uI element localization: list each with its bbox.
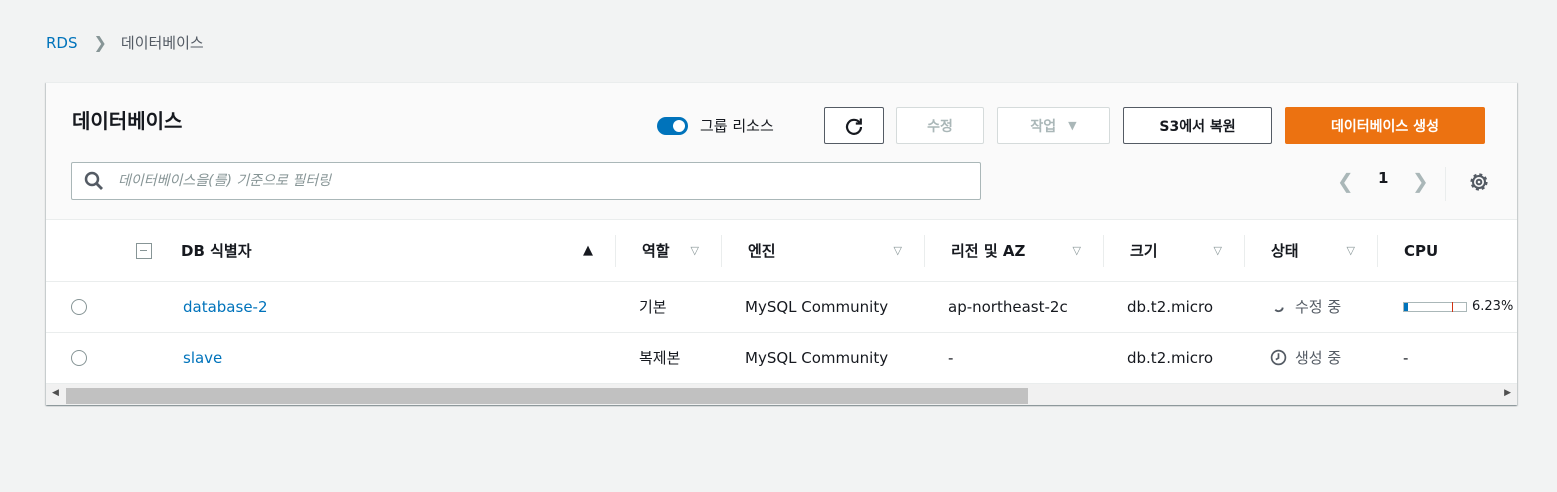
next-page-wrap: ❯: [1412, 169, 1429, 193]
engine-cell: MySQL Community: [745, 348, 889, 367]
row-radio[interactable]: [71, 349, 87, 366]
status-cell: 생성 중: [1270, 347, 1377, 368]
col-status[interactable]: 상태 ▽: [1244, 221, 1377, 282]
sort-icon: ▽: [893, 244, 902, 258]
clock-icon: [1270, 349, 1287, 366]
db-identifier-link[interactable]: database-2: [183, 298, 268, 316]
panel-header: 데이터베이스 그룹 리소스 수정 작업 ▼ S3에서 복원 데이터베이스 생성 …: [46, 83, 1517, 220]
create-database-button[interactable]: 데이터베이스 생성: [1285, 107, 1485, 144]
scroll-left-icon[interactable]: ◀: [52, 388, 59, 398]
spinner-icon: [1274, 307, 1284, 313]
filter-input[interactable]: [118, 173, 878, 189]
chevron-right-icon: ❯: [93, 33, 107, 52]
toggle-knob: [673, 119, 685, 132]
page-number[interactable]: 1: [1378, 169, 1388, 187]
group-resources-toggle[interactable]: 그룹 리소스: [657, 115, 774, 136]
table-header-row: DB 식별자 ▲ 역할 ▽ 엔진 ▽ 리전 및 AZ ▽ 크기 ▽ 상태 ▽ CPU: [46, 221, 1517, 282]
table-row[interactable]: slave 복제본 MySQL Community - db.t2.micro …: [46, 332, 1517, 384]
databases-panel: 데이터베이스 그룹 리소스 수정 작업 ▼ S3에서 복원 데이터베이스 생성 …: [46, 82, 1517, 405]
col-label: 엔진: [748, 242, 776, 261]
size-cell: db.t2.micro: [1127, 297, 1214, 316]
cpu-value: -: [1403, 348, 1409, 367]
cpu-threshold-mark: [1452, 301, 1453, 312]
modify-button[interactable]: 수정: [896, 107, 984, 144]
engine-cell: MySQL Community: [745, 297, 889, 316]
col-label: 상태: [1271, 242, 1299, 261]
col-label: CPU: [1404, 241, 1439, 260]
filter-search-box[interactable]: [71, 162, 981, 200]
settings-gear-icon[interactable]: [1467, 170, 1491, 194]
toggle-switch[interactable]: [657, 116, 688, 135]
scroll-right-icon[interactable]: ▶: [1504, 388, 1511, 398]
page-number-wrap: 1: [1378, 169, 1388, 187]
col-size[interactable]: 크기 ▽: [1103, 221, 1244, 282]
cpu-progress-bar: [1403, 301, 1467, 312]
sort-icon: ▽: [1072, 244, 1081, 258]
caret-down-icon: ▼: [1068, 119, 1077, 132]
scrollbar-thumb[interactable]: [66, 388, 1028, 404]
databases-table: DB 식별자 ▲ 역할 ▽ 엔진 ▽ 리전 및 AZ ▽ 크기 ▽ 상태 ▽ CPU dat…: [46, 221, 1517, 384]
prev-page-icon[interactable]: ❮: [1337, 169, 1354, 193]
role-cell: 복제본: [639, 349, 681, 367]
col-region[interactable]: 리전 및 AZ ▽: [924, 221, 1103, 282]
sort-ascending-icon: ▲: [583, 243, 593, 259]
size-cell: db.t2.micro: [1127, 348, 1214, 367]
divider: [1445, 167, 1446, 201]
breadcrumb-current: 데이터베이스: [120, 34, 204, 52]
status-cell: 수정 중: [1270, 296, 1377, 317]
col-label: 리전 및 AZ: [951, 242, 1026, 261]
col-role[interactable]: 역할 ▽: [615, 221, 721, 282]
col-cpu[interactable]: CPU: [1377, 221, 1517, 282]
cpu-progress-fill: [1404, 302, 1408, 311]
region-cell: ap-northeast-2c: [948, 297, 1068, 316]
breadcrumb: RDS ❯ 데이터베이스: [46, 32, 204, 53]
breadcrumb-rds-link[interactable]: RDS: [46, 34, 78, 52]
toggle-label: 그룹 리소스: [700, 117, 774, 135]
col-label: DB 식별자: [181, 242, 252, 261]
page-title: 데이터베이스: [72, 109, 183, 133]
col-label: 역할: [642, 242, 670, 261]
db-identifier-link[interactable]: slave: [183, 349, 222, 367]
role-cell: 기본: [639, 298, 667, 316]
col-label: 크기: [1130, 242, 1158, 261]
select-all-checkbox[interactable]: [136, 242, 152, 259]
next-page-icon[interactable]: ❯: [1412, 169, 1429, 193]
col-engine[interactable]: 엔진 ▽: [721, 221, 924, 282]
pagination: ❮: [1337, 169, 1354, 193]
search-icon: [84, 171, 103, 190]
cpu-value: 6.23%: [1472, 299, 1514, 314]
cpu-cell: 6.23%: [1403, 299, 1517, 314]
sort-icon: ▽: [690, 244, 699, 258]
row-radio[interactable]: [71, 298, 87, 315]
actions-label: 작업: [1030, 118, 1057, 135]
region-cell: -: [948, 348, 954, 367]
horizontal-scrollbar[interactable]: ◀ ▶: [46, 383, 1517, 405]
actions-dropdown[interactable]: 작업 ▼: [997, 107, 1110, 144]
refresh-button[interactable]: [824, 107, 884, 144]
col-db-identifier[interactable]: DB 식별자 ▲: [167, 221, 615, 282]
sort-icon: ▽: [1346, 244, 1355, 258]
status-text: 생성 중: [1295, 349, 1342, 367]
status-text: 수정 중: [1295, 298, 1342, 316]
restore-from-s3-button[interactable]: S3에서 복원: [1123, 107, 1272, 144]
sort-icon: ▽: [1213, 244, 1222, 258]
refresh-icon: [845, 118, 863, 135]
table-row[interactable]: database-2 기본 MySQL Community ap-northea…: [46, 281, 1517, 333]
